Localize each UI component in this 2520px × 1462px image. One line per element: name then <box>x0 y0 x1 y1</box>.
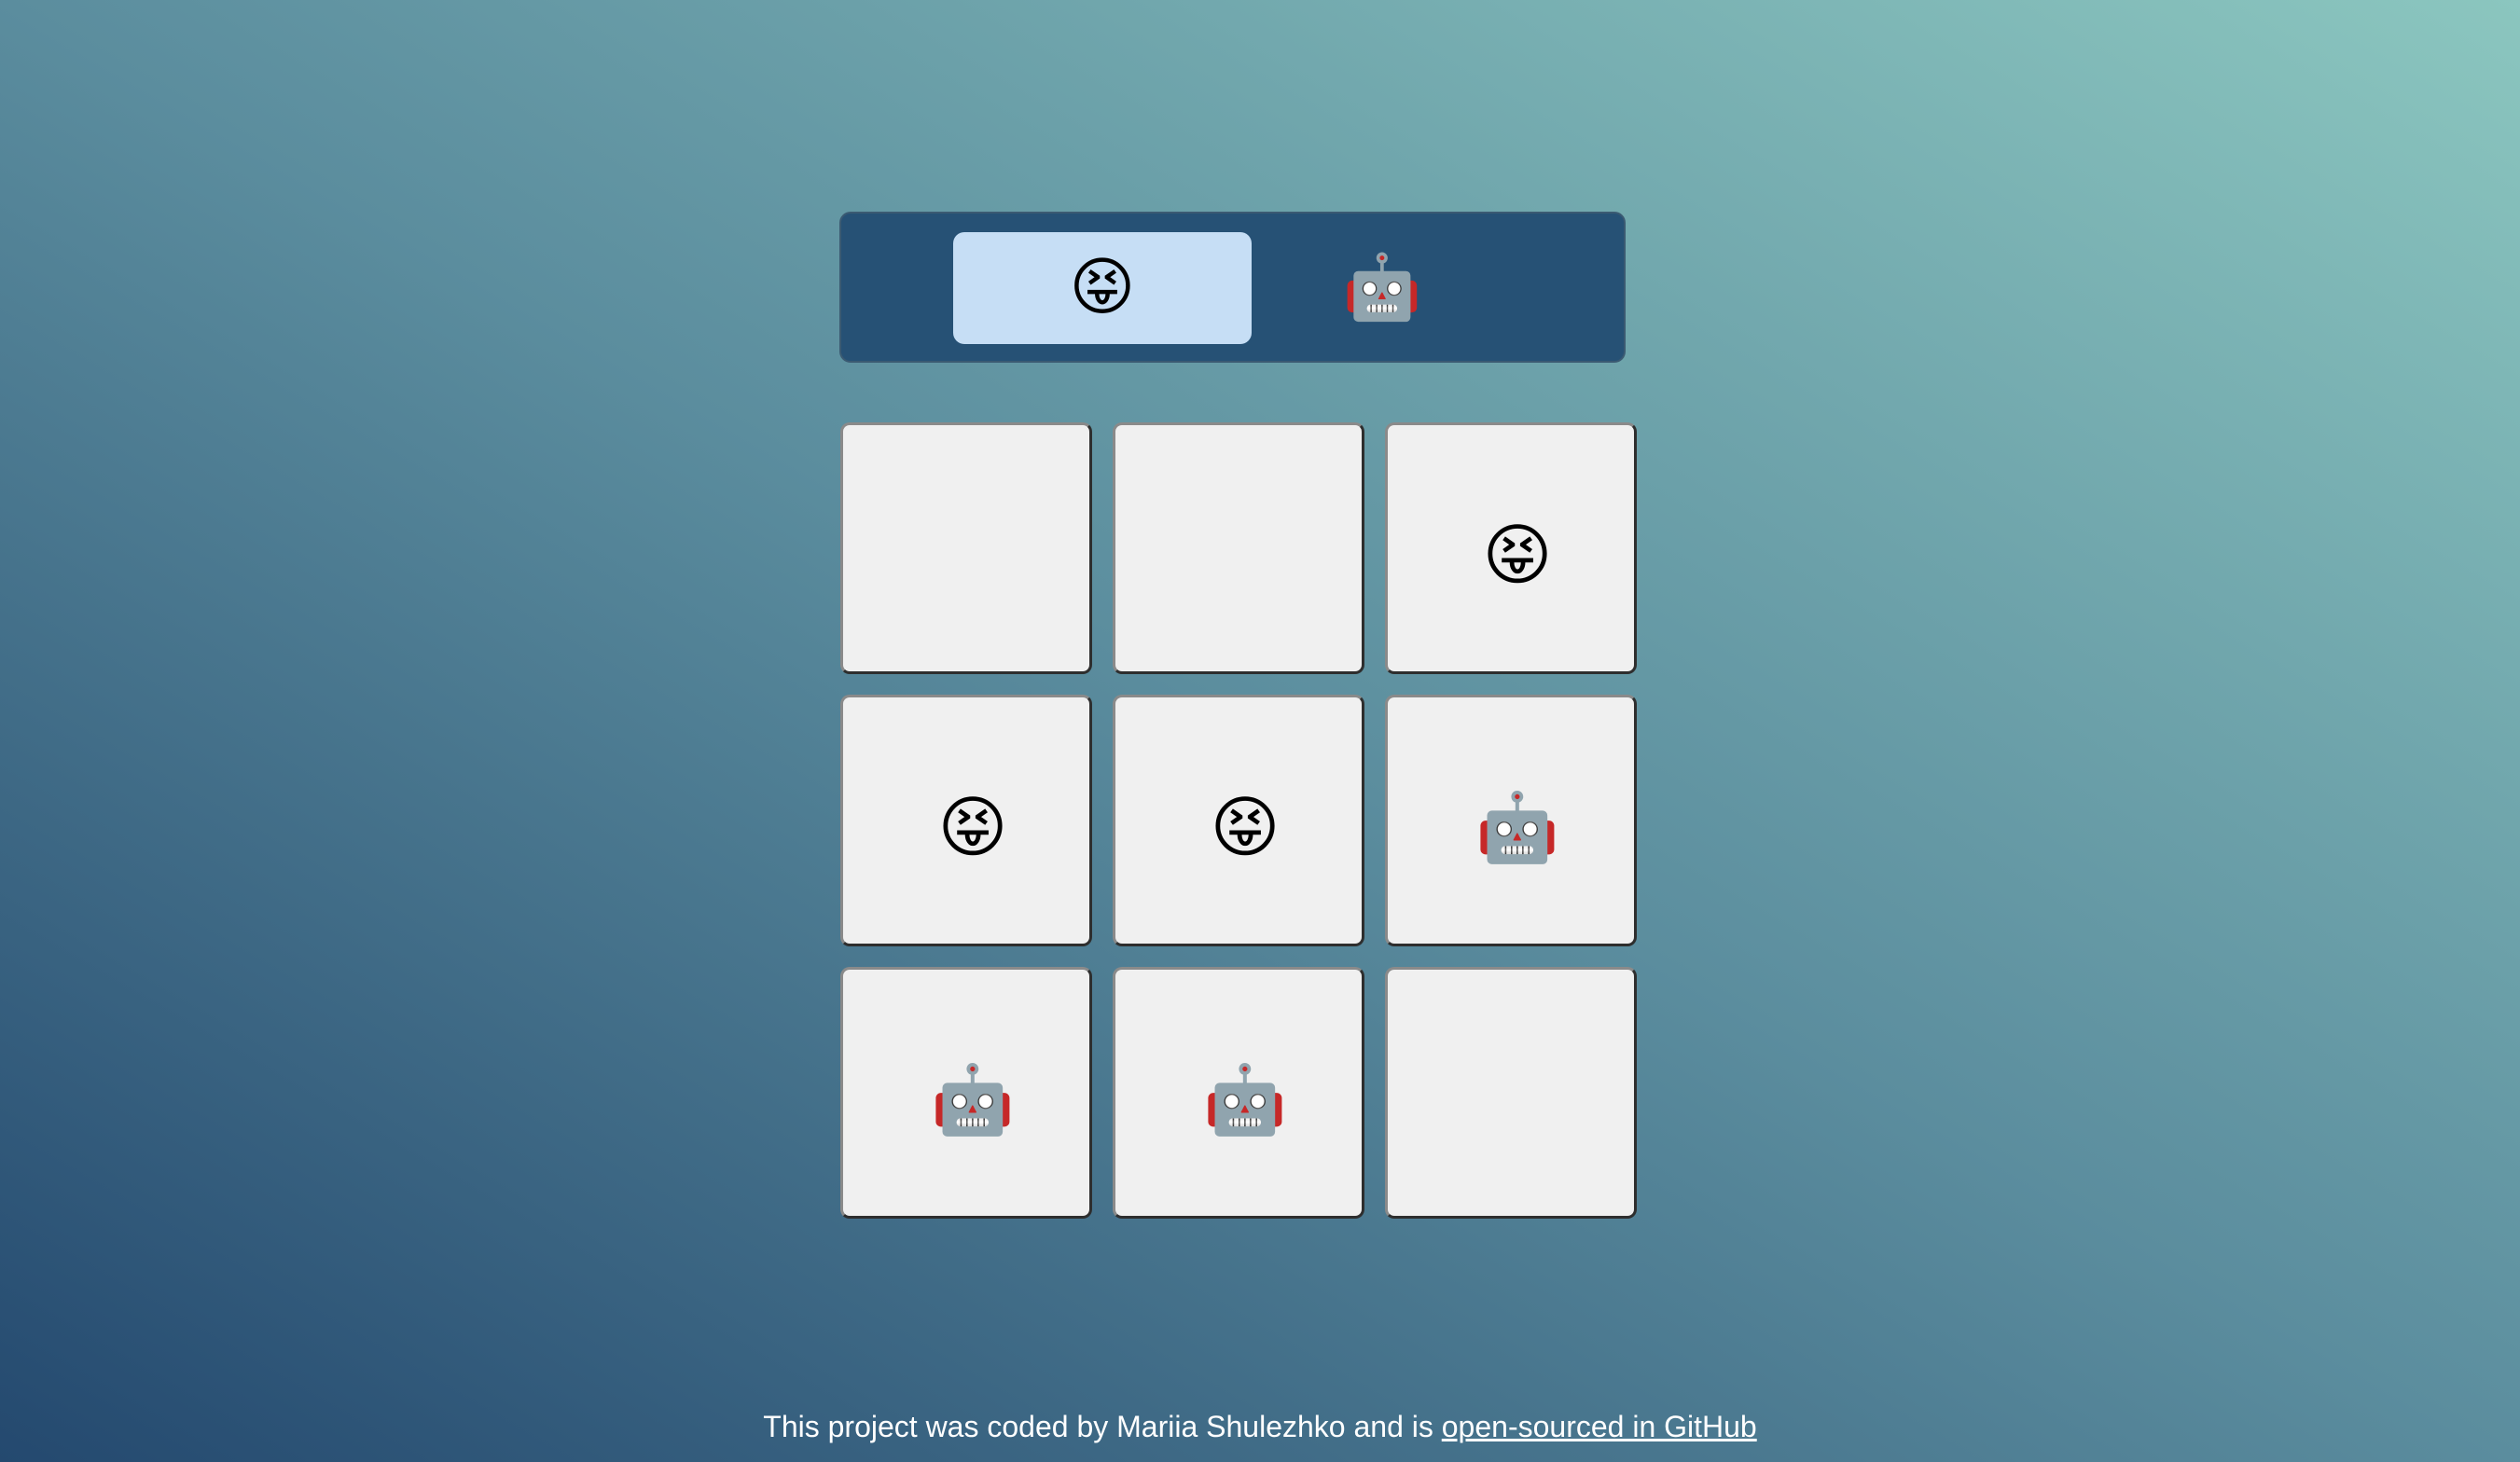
board-cell-3[interactable]: 😝 <box>1385 422 1637 674</box>
github-link[interactable]: open-sourced in GitHub <box>1442 1410 1757 1443</box>
board-cell-6[interactable]: 🤖 <box>1385 695 1637 946</box>
player-x-indicator: 😝 <box>953 232 1252 344</box>
footer-text: This project was coded by Mariia Shulezh… <box>763 1410 1442 1443</box>
turn-indicator: 😝 🤖 <box>839 212 1626 363</box>
robot-icon: 🤖 <box>1342 251 1422 324</box>
tongue-face-icon: 😝 <box>1069 251 1136 324</box>
board-cell-8[interactable]: 🤖 <box>1113 967 1364 1219</box>
footer: This project was coded by Mariia Shulezh… <box>0 1410 2520 1444</box>
board-cell-2[interactable] <box>1113 422 1364 674</box>
board-cell-1[interactable] <box>840 422 1092 674</box>
game-board: 😝 😝 😝 🤖 🤖 🤖 <box>840 422 1637 1219</box>
board-cell-7[interactable]: 🤖 <box>840 967 1092 1219</box>
player-o-indicator: 🤖 <box>1233 232 1531 344</box>
board-cell-5[interactable]: 😝 <box>1113 695 1364 946</box>
board-cell-4[interactable]: 😝 <box>840 695 1092 946</box>
board-cell-9[interactable] <box>1385 967 1637 1219</box>
